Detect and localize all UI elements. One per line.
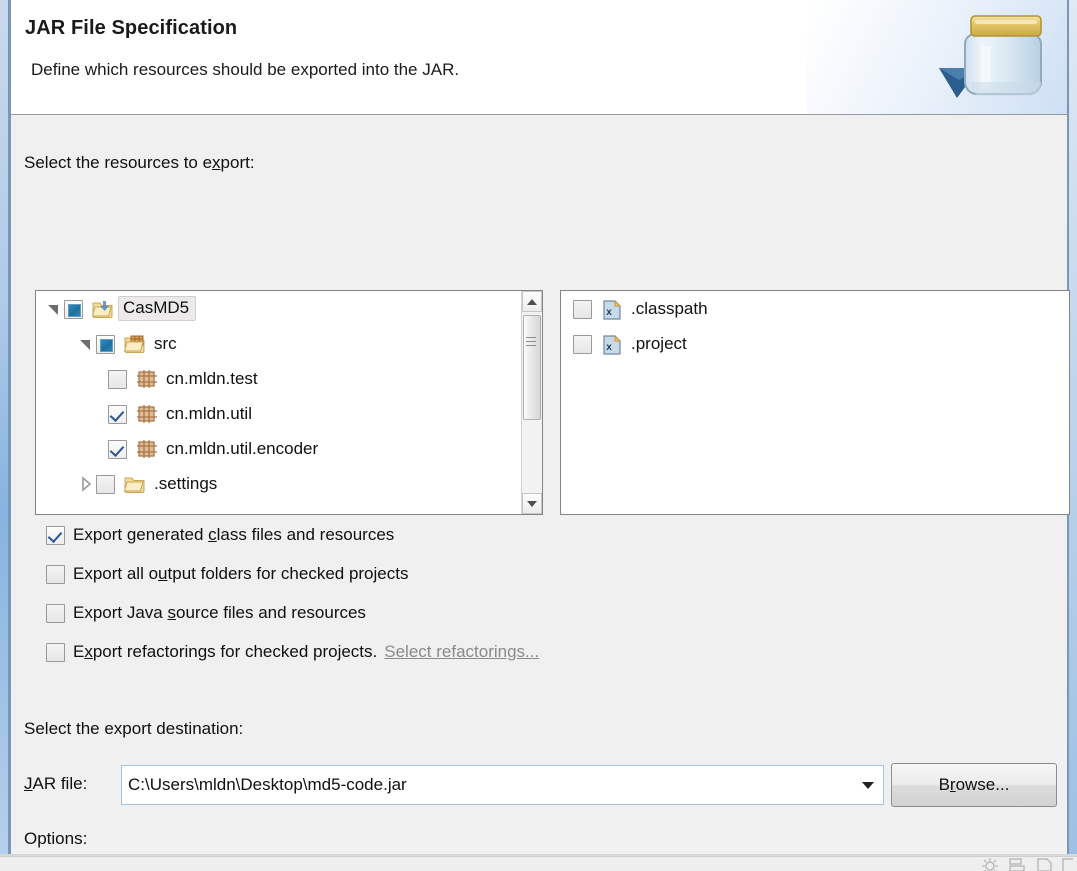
tree-row-cn-mldn-util-encoder[interactable]: cn.mldn.util.encoder bbox=[36, 431, 521, 466]
jar-file-icon bbox=[935, 6, 1045, 110]
package-icon bbox=[136, 369, 158, 389]
checkbox-box[interactable] bbox=[46, 526, 65, 545]
select-refactorings-link[interactable]: Select refactorings... bbox=[384, 642, 539, 662]
expand-twisty-open-icon[interactable] bbox=[44, 299, 64, 319]
svg-text:x: x bbox=[606, 342, 612, 353]
checkbox-export-class-files[interactable]: Export generated class files and resourc… bbox=[46, 525, 394, 545]
jar-file-combo[interactable]: C:\Users\mldn\Desktop\md5-code.jar bbox=[121, 765, 884, 805]
browse-button-label: Browse... bbox=[939, 775, 1010, 795]
tree-checkbox-checked[interactable] bbox=[108, 403, 127, 423]
project-folder-icon bbox=[92, 299, 114, 319]
checkbox-label: Export Java source files and resources bbox=[73, 603, 366, 623]
file-row-classpath[interactable]: x .classpath bbox=[561, 291, 1069, 326]
package-icon bbox=[136, 404, 158, 424]
checkbox-box[interactable] bbox=[46, 604, 65, 623]
expand-twisty-open-icon[interactable] bbox=[76, 334, 96, 354]
scrollbar-thumb[interactable] bbox=[523, 315, 541, 420]
tree-vertical-scrollbar[interactable] bbox=[521, 291, 542, 514]
checkbox-export-refactorings[interactable]: Export refactorings for checked projects… bbox=[46, 642, 539, 662]
package-icon bbox=[136, 439, 158, 459]
wizard-banner: JAR File Specification Define which reso… bbox=[11, 0, 1067, 115]
page-description: Define which resources should be exporte… bbox=[31, 60, 459, 80]
folder-icon bbox=[124, 474, 146, 494]
file-row-project[interactable]: x .project bbox=[561, 326, 1069, 361]
tree-row-settings[interactable]: .settings bbox=[36, 466, 521, 501]
tree-item-label: cn.mldn.test bbox=[166, 369, 258, 389]
resources-label-post: port: bbox=[221, 153, 255, 172]
jar-file-input[interactable]: C:\Users\mldn\Desktop\md5-code.jar bbox=[122, 775, 853, 795]
scrollbar-grip bbox=[526, 337, 536, 338]
taskbar-icons bbox=[980, 858, 1075, 871]
resources-label-mnemonic: x bbox=[212, 153, 221, 172]
window-frame-right bbox=[1069, 0, 1077, 856]
destination-section-label: Select the export destination: bbox=[24, 719, 243, 739]
tree-item-label: cn.mldn.util.encoder bbox=[166, 439, 318, 459]
page-icon[interactable] bbox=[1036, 858, 1053, 871]
tree-item-label: src bbox=[154, 334, 177, 354]
window-switch-icon[interactable] bbox=[1008, 858, 1028, 871]
checkbox-export-output-folders[interactable]: Export all output folders for checked pr… bbox=[46, 564, 408, 584]
checkbox-export-java-source[interactable]: Export Java source files and resources bbox=[46, 603, 366, 623]
tree-row-casmd5[interactable]: CasMD5 bbox=[36, 291, 521, 326]
checkbox-label: Export refactorings for checked projects… bbox=[73, 642, 377, 662]
tree-checkbox-checked[interactable] bbox=[108, 438, 127, 458]
scroll-up-arrow-icon[interactable] bbox=[522, 291, 542, 312]
xml-file-icon: x bbox=[601, 299, 623, 319]
taskbar-strip bbox=[0, 856, 1077, 871]
options-section-label: Options: bbox=[24, 829, 87, 849]
page-title: JAR File Specification bbox=[25, 17, 237, 40]
checkbox-box[interactable] bbox=[46, 565, 65, 584]
tree-checkbox-unchecked[interactable] bbox=[108, 368, 127, 388]
file-item-label: .classpath bbox=[631, 299, 708, 319]
tree-row-cn-mldn-test[interactable]: cn.mldn.test bbox=[36, 361, 521, 396]
wizard-body: Select the resources to export: bbox=[11, 115, 1067, 855]
tree-item-label: CasMD5 bbox=[118, 296, 196, 321]
jar-file-field-label: JAR file: bbox=[24, 774, 87, 794]
file-checkbox-unchecked[interactable] bbox=[573, 298, 592, 318]
wizard-dialog: JAR File Specification Define which reso… bbox=[11, 0, 1067, 856]
brightness-icon[interactable] bbox=[980, 858, 1000, 871]
checkbox-label: Export all output folders for checked pr… bbox=[73, 564, 408, 584]
file-item-label: .project bbox=[631, 334, 687, 354]
resource-tree-panel[interactable]: CasMD5 bbox=[35, 290, 543, 515]
tree-item-label: .settings bbox=[154, 474, 217, 494]
scroll-down-arrow-icon[interactable] bbox=[522, 493, 542, 514]
checkbox-label: Export generated class files and resourc… bbox=[73, 525, 394, 545]
browse-button[interactable]: Browse... bbox=[891, 763, 1057, 807]
resources-label: Select the resources to export: bbox=[24, 153, 255, 173]
xml-file-icon: x bbox=[601, 334, 623, 354]
tree-checkbox-grayed[interactable] bbox=[96, 333, 115, 353]
tree-item-label: cn.mldn.util bbox=[166, 404, 252, 424]
tree-checkbox-grayed[interactable] bbox=[64, 298, 83, 318]
corner-icon[interactable] bbox=[1061, 858, 1075, 871]
tree-row-cn-mldn-util[interactable]: cn.mldn.util bbox=[36, 396, 521, 431]
jar-export-wizard-window: JAR File Specification Define which reso… bbox=[0, 0, 1077, 871]
tree-row-src[interactable]: src bbox=[36, 326, 521, 361]
file-checkbox-unchecked[interactable] bbox=[573, 333, 592, 353]
resources-label-pre: Select the resources to e bbox=[24, 153, 212, 172]
source-folder-icon bbox=[124, 334, 146, 354]
expand-twisty-closed-icon[interactable] bbox=[76, 474, 96, 494]
checkbox-box[interactable] bbox=[46, 643, 65, 662]
resource-file-panel[interactable]: x .classpath x .project bbox=[560, 290, 1070, 515]
resource-tree: CasMD5 bbox=[36, 291, 521, 501]
chevron-down-icon[interactable] bbox=[853, 766, 883, 804]
tree-checkbox-unchecked[interactable] bbox=[96, 473, 115, 493]
svg-text:x: x bbox=[606, 307, 612, 318]
